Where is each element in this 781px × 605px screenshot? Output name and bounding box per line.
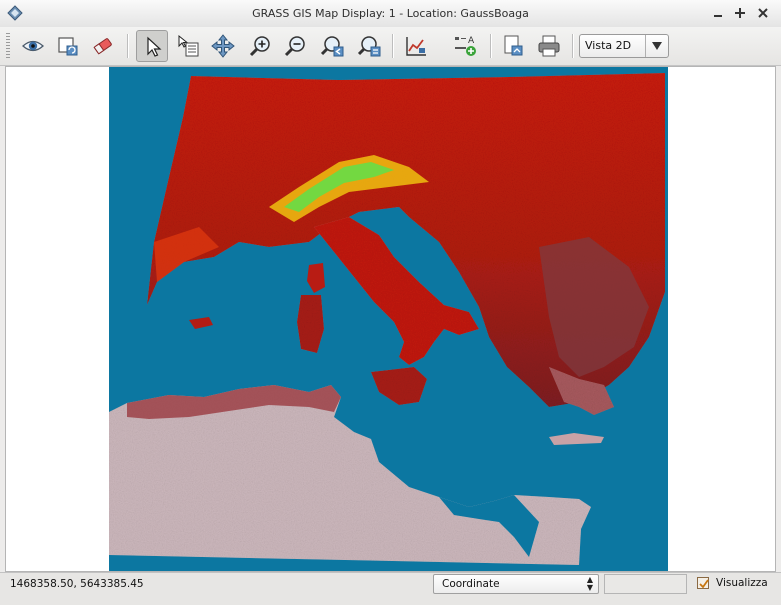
display-map-icon (22, 40, 44, 52)
land-sardinia (297, 295, 324, 353)
toolbar-separator (572, 34, 574, 58)
save-image-icon (504, 35, 523, 56)
zoom-out-icon (284, 36, 305, 57)
pointer-button[interactable] (136, 30, 168, 62)
view-mode-dropdown[interactable] (645, 35, 668, 57)
zoom-in-button[interactable] (244, 30, 276, 62)
erase-display-button[interactable] (87, 30, 119, 62)
toolbar-grip[interactable] (6, 33, 10, 59)
overlay-button[interactable]: A (449, 30, 481, 62)
pan-icon (211, 34, 235, 58)
title-bar[interactable]: GRASS GIS Map Display: 1 - Location: Gau… (0, 0, 781, 28)
analyze-icon (406, 37, 426, 56)
maximize-button[interactable] (731, 4, 749, 22)
status-bar: 1468358.50, 5643385.45 Coordinate ▲ ▼ Vis… (0, 572, 781, 605)
svg-text:A: A (468, 36, 475, 46)
zoom-menu-icon (357, 36, 381, 57)
view-mode-select[interactable]: Vista 2D (579, 34, 669, 58)
render-checkbox[interactable] (697, 577, 709, 589)
statusbar-mode-value: Coordinate (442, 578, 500, 590)
land-sicily (371, 367, 427, 405)
overlay-icon: A (455, 36, 476, 56)
zoom-back-button[interactable] (316, 30, 348, 62)
query-icon (178, 34, 199, 57)
maximize-icon (735, 8, 745, 18)
render-map-button[interactable] (52, 30, 84, 62)
land-corsica (307, 263, 325, 293)
pan-button[interactable] (207, 30, 239, 62)
save-image-button[interactable] (497, 30, 529, 62)
toolbar-separator (490, 34, 492, 58)
window-title: GRASS GIS Map Display: 1 - Location: Gau… (252, 7, 529, 20)
checkmark-icon (699, 579, 709, 589)
pointer-icon (147, 36, 162, 57)
view-mode-value: Vista 2D (585, 39, 632, 52)
toolbar-separator (392, 34, 394, 58)
erase-display-icon (93, 38, 112, 55)
zoom-out-button[interactable] (279, 30, 311, 62)
map-canvas[interactable] (109, 67, 668, 571)
coordinates-readout: 1468358.50, 5643385.45 (10, 578, 144, 590)
minimize-icon (714, 15, 722, 17)
close-icon (758, 8, 768, 18)
toolbar-separator (127, 34, 129, 58)
render-map-icon (58, 37, 78, 56)
statusbar-mode-select[interactable]: Coordinate ▲ ▼ (433, 574, 599, 594)
print-icon (538, 35, 560, 57)
land-crete (549, 433, 604, 445)
print-button[interactable] (533, 30, 565, 62)
minimize-button[interactable] (709, 4, 727, 22)
map-display-window: GRASS GIS Map Display: 1 - Location: Gau… (0, 0, 781, 605)
zoom-back-icon (320, 36, 344, 57)
query-button[interactable] (172, 30, 204, 62)
spinner-arrows-icon: ▲ ▼ (586, 575, 594, 592)
zoom-menu-button[interactable] (353, 30, 385, 62)
render-label: Visualizza (716, 577, 768, 589)
analyze-button[interactable] (400, 30, 432, 62)
chevron-down-icon (652, 42, 662, 50)
raster-map (109, 73, 665, 565)
statusbar-value-field[interactable] (604, 574, 687, 594)
close-button[interactable] (754, 4, 772, 22)
land-balearics (189, 317, 213, 329)
zoom-in-icon (249, 36, 270, 57)
display-map-button[interactable] (17, 30, 49, 62)
